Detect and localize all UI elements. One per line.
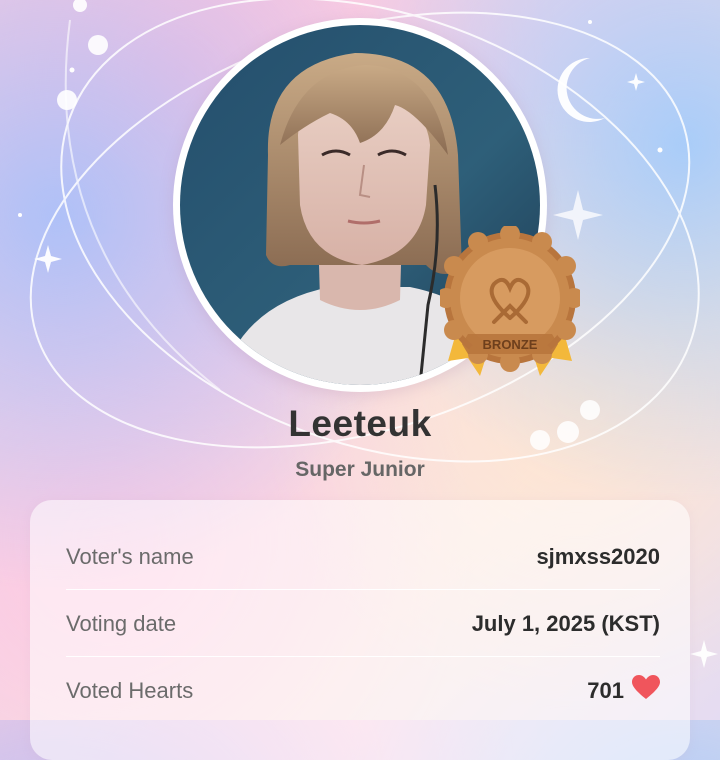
dot — [73, 0, 87, 12]
sparkle-icon — [627, 73, 645, 91]
artist-group: Super Junior — [295, 458, 425, 481]
vote-details-card: Voter's name sjmxss2020 Voting date July… — [30, 500, 690, 760]
divider — [66, 656, 660, 657]
moon-icon — [557, 57, 605, 122]
hearts-label: Voted Hearts — [66, 678, 194, 703]
divider — [66, 589, 660, 590]
hearts-row: Voted Hearts 701 — [66, 658, 660, 724]
dot — [69, 67, 75, 73]
heart-icon — [632, 675, 660, 707]
badge-label: BRONZE — [483, 337, 538, 352]
hearts-value-wrap: 701 — [587, 675, 660, 707]
hearts-value: 701 — [587, 678, 624, 703]
dot — [88, 35, 108, 55]
dot — [588, 20, 592, 24]
sparkle-icon — [690, 640, 718, 668]
dot — [18, 213, 22, 217]
date-row: Voting date July 1, 2025 (KST) — [66, 591, 660, 657]
voter-row: Voter's name sjmxss2020 — [66, 524, 660, 590]
sparkle-icon — [34, 245, 62, 273]
bronze-badge: BRONZE — [436, 224, 584, 386]
voter-value: sjmxss2020 — [536, 544, 660, 569]
date-value: July 1, 2025 (KST) — [471, 611, 660, 636]
artist-name: Leeteuk — [288, 403, 432, 444]
date-label: Voting date — [66, 611, 177, 636]
voter-label: Voter's name — [66, 544, 194, 569]
dot — [657, 147, 663, 153]
dot — [57, 90, 77, 110]
